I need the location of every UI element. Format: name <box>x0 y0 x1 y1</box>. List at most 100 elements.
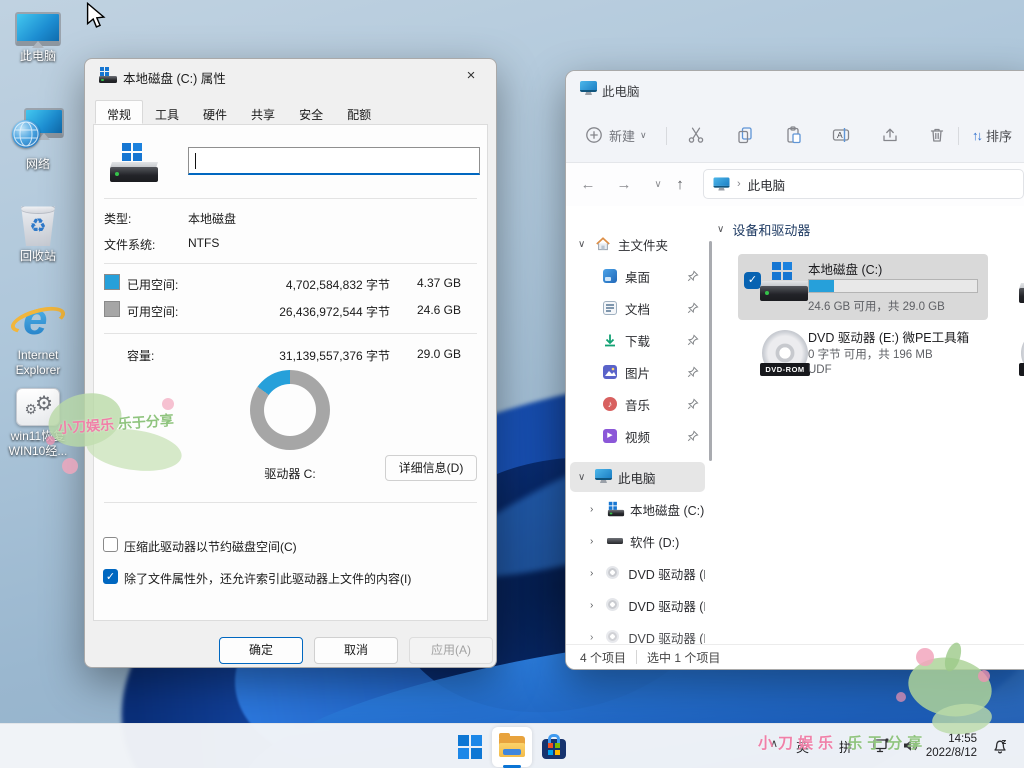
ime-english-indicator[interactable]: 英 <box>796 737 809 756</box>
tab-quota[interactable]: 配额 <box>335 101 383 125</box>
details-button[interactable]: 详细信息(D) <box>385 455 477 481</box>
chevron-right-icon[interactable]: › <box>590 536 600 547</box>
rename-button[interactable]: A <box>827 119 855 151</box>
used-bytes: 4,702,584,832 字节 <box>286 276 390 293</box>
chevron-right-icon[interactable]: › <box>590 568 598 579</box>
properties-dialog: 本地磁盘 (C:) 属性 × 常规 工具 硬件 共享 安全 配额 类型: 本地磁… <box>84 58 497 668</box>
forward-icon[interactable]: → <box>610 171 638 199</box>
drive-icon-large <box>110 143 158 185</box>
compress-checkbox-label[interactable]: 压缩此驱动器以节约磁盘空间(C) <box>124 538 297 555</box>
type-label: 类型: <box>104 210 131 227</box>
ok-button[interactable]: 确定 <box>219 637 303 664</box>
sidebar-item-downloads[interactable]: 下载 <box>570 325 705 355</box>
chevron-right-icon[interactable]: › <box>590 600 598 611</box>
devices-section-header[interactable]: ∨ 设备和驱动器 <box>717 220 810 239</box>
tab-tools[interactable]: 工具 <box>143 101 191 125</box>
sidebar-item-this-pc[interactable]: ∨ 此电脑 <box>570 462 705 492</box>
up-icon[interactable]: ↑ <box>666 171 694 199</box>
paste-button[interactable] <box>780 119 808 151</box>
chevron-right-icon[interactable]: › <box>590 632 598 643</box>
sidebar-item-desktop[interactable]: 桌面 <box>570 261 705 291</box>
chevron-right-icon[interactable]: › <box>590 504 600 515</box>
network-icon[interactable] <box>872 736 891 758</box>
breadcrumb[interactable]: › 此电脑 <box>703 169 1024 199</box>
dialog-titlebar[interactable]: 本地磁盘 (C:) 属性 × <box>85 59 496 91</box>
drive-d-icon <box>607 533 623 549</box>
tray-time: 14:55 <box>915 732 977 746</box>
cut-button[interactable] <box>682 119 710 151</box>
tab-security[interactable]: 安全 <box>287 101 335 125</box>
sidebar-item-label: DVD 驱动器 (F:) <box>628 596 705 615</box>
taskbar-file-explorer[interactable] <box>492 727 532 767</box>
chevron-down-icon[interactable]: ∨ <box>717 224 724 235</box>
sidebar-item-drive-c[interactable]: › 本地磁盘 (C:) <box>570 494 705 524</box>
close-icon[interactable]: × <box>456 64 486 88</box>
copy-button[interactable] <box>731 119 759 151</box>
free-bytes: 26,436,972,544 字节 <box>279 303 390 320</box>
sidebar-item-label: DVD 驱动器 (F:) <box>628 628 705 645</box>
cancel-button[interactable]: 取消 <box>314 637 398 664</box>
sidebar-item-documents[interactable]: 文档 <box>570 293 705 323</box>
chevron-down-icon[interactable]: ∨ <box>578 239 588 250</box>
gears-icon: ⚙⚙ <box>16 388 60 426</box>
sidebar-item-dvd-e[interactable]: › DVD 驱动器 (E:) <box>570 558 705 588</box>
sidebar-item-pictures[interactable]: 图片 <box>570 357 705 387</box>
pin-icon <box>687 302 699 314</box>
volume-label-input[interactable] <box>189 148 479 173</box>
tray-chevron-icon[interactable]: ∧ <box>770 737 778 750</box>
sidebar-item-home[interactable]: ∨ 主文件夹 <box>570 229 705 259</box>
sidebar-item-label: 本地磁盘 (C:) <box>630 500 704 519</box>
desktop-icon-label2: WIN10经... <box>0 444 76 459</box>
breadcrumb-this-pc[interactable]: 此电脑 <box>748 175 786 194</box>
tab-sharing[interactable]: 共享 <box>239 101 287 125</box>
back-icon[interactable]: ← <box>574 171 602 199</box>
taskbar: ∧ 英 拼 14:55 2022/8/12 <box>0 723 1024 768</box>
general-tab-page: 类型: 本地磁盘 文件系统: NTFS 已用空间: 4,702,584,832 … <box>93 124 488 621</box>
apply-button[interactable]: 应用(A) <box>409 637 493 664</box>
explorer-tab-title[interactable]: 此电脑 <box>602 81 640 100</box>
taskbar-microsoft-store[interactable] <box>534 727 574 767</box>
new-button[interactable]: 新建 ∨ <box>580 119 651 151</box>
sidebar-item-label: 主文件夹 <box>618 235 668 254</box>
sidebar-item-drive-d[interactable]: › 软件 (D:) <box>570 526 705 556</box>
delete-button[interactable] <box>923 119 951 151</box>
dvd-e-tile[interactable]: DVD-ROM DVD 驱动器 (E:) 微PE工具箱 0 字节 可用，共 19… <box>738 322 988 388</box>
ime-pinyin-indicator[interactable]: 拼 <box>839 737 852 756</box>
compress-checkbox[interactable] <box>103 537 118 552</box>
desktop-icon-network[interactable]: 网络 <box>0 108 76 172</box>
explorer-sidebar: ∨ 主文件夹 桌面 文档 下载 图片 <box>566 206 713 644</box>
tab-hardware[interactable]: 硬件 <box>191 101 239 125</box>
devices-section-label: 设备和驱动器 <box>732 220 810 239</box>
sidebar-item-label: 视频 <box>625 427 650 446</box>
videos-icon: ▶ <box>602 428 618 444</box>
chevron-down-icon[interactable]: ∨ <box>578 472 588 483</box>
internet-explorer-icon: e <box>11 293 65 345</box>
desktop-icon-this-pc[interactable]: 此电脑 <box>0 12 76 64</box>
index-content-checkbox[interactable]: ✓ <box>103 569 118 584</box>
this-pc-tab-icon <box>580 81 597 96</box>
desktop-icon-recycle-bin[interactable]: ♻ 回收站 <box>0 204 76 264</box>
share-button[interactable] <box>876 119 904 151</box>
tray-date: 2022/8/12 <box>915 746 977 760</box>
chevron-down-icon: ∨ <box>640 130 647 141</box>
sidebar-item-videos[interactable]: ▶ 视频 <box>570 421 705 451</box>
index-content-checkbox-label[interactable]: 除了文件属性外，还允许索引此驱动器上文件的内容(I) <box>124 570 411 587</box>
notification-bell-icon[interactable] <box>990 736 1010 759</box>
pin-icon <box>687 366 699 378</box>
volume-label-field[interactable] <box>188 147 480 175</box>
selected-checkbox[interactable]: ✓ <box>744 272 761 289</box>
desktop-icon-internet-explorer[interactable]: e Internet Explorer <box>0 293 76 378</box>
taskbar-clock[interactable]: 14:55 2022/8/12 <box>915 732 977 760</box>
start-button[interactable] <box>450 727 490 767</box>
desktop-icon-win11-restore[interactable]: ⚙⚙ win11恢复 WIN10经... <box>0 388 76 459</box>
drive-c-tile[interactable]: ✓ 本地磁盘 (C:) 24.6 GB 可用，共 29.0 GB <box>738 254 988 320</box>
mouse-cursor <box>86 2 106 30</box>
sidebar-item-dvd-f[interactable]: › DVD 驱动器 (F:) <box>570 590 705 620</box>
sidebar-item-music[interactable]: ♪ 音乐 <box>570 389 705 419</box>
sidebar-scrollbar[interactable] <box>709 241 712 461</box>
sort-button[interactable]: ↑↓ 排序 <box>968 119 1016 151</box>
sidebar-item-dvd-2[interactable]: › DVD 驱动器 (F:) <box>570 622 705 644</box>
this-pc-icon <box>595 469 611 485</box>
tab-general[interactable]: 常规 <box>95 100 143 124</box>
pin-icon <box>687 270 699 282</box>
